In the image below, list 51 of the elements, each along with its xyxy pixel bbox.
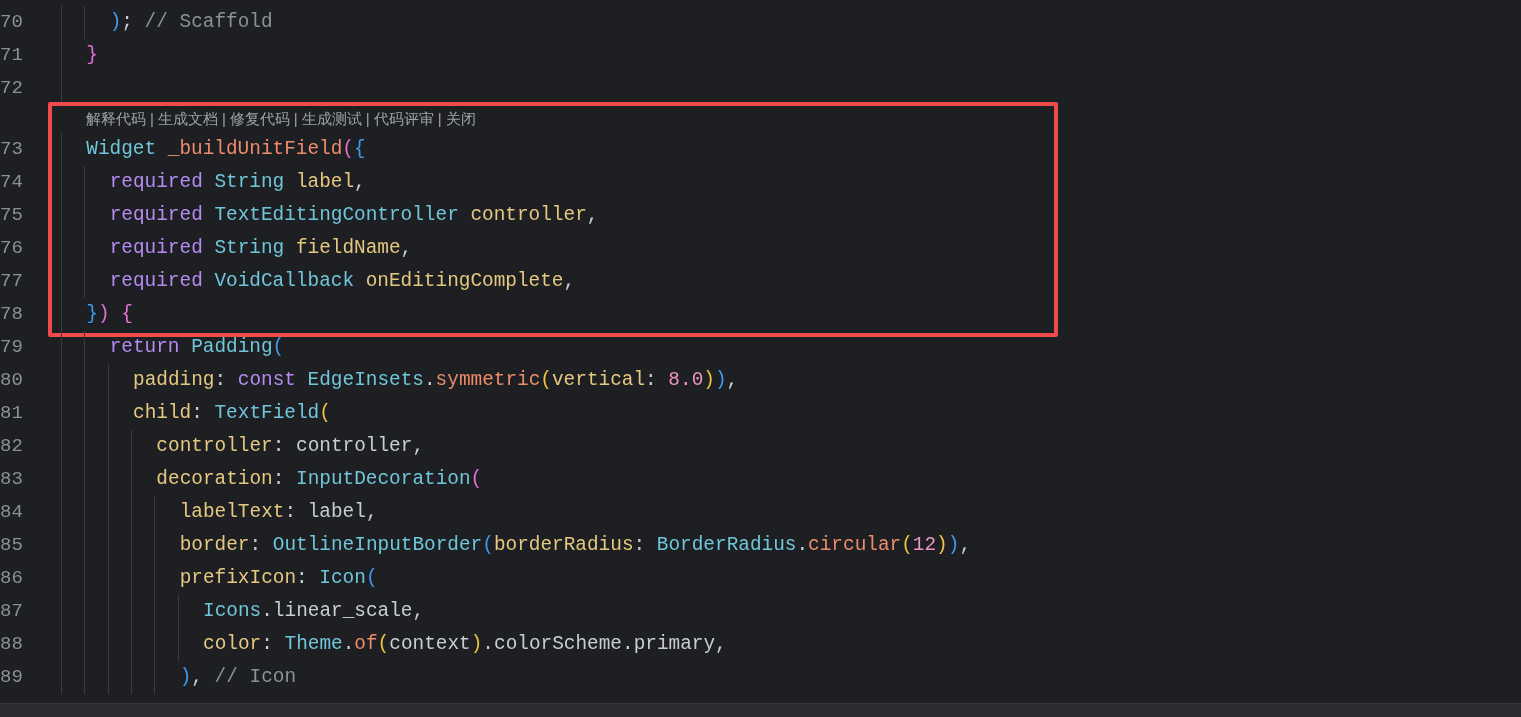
line-number: 81 — [0, 404, 22, 423]
code-line: Icons.linear_scale, — [203, 599, 425, 624]
line-number: 78 — [0, 305, 22, 324]
line-number: 79 — [0, 338, 22, 357]
code-line: } — [86, 43, 98, 68]
code-lens-link[interactable]: 生成测试 — [301, 107, 362, 131]
code-line: required String label, — [109, 170, 366, 195]
code-line: required String fieldName, — [109, 236, 413, 261]
line-number: 71 — [0, 46, 22, 65]
code-line: required VoidCallback onEditingComplete, — [109, 269, 576, 294]
line-number: 80 — [0, 371, 22, 390]
code-line: prefixIcon: Icon( — [179, 566, 378, 591]
code-lens-link[interactable]: 生成文档 — [157, 107, 218, 131]
code-line: return Padding( — [109, 335, 285, 360]
code-lens-link[interactable]: 代码评审 — [373, 107, 434, 131]
horizontal-scrollbar[interactable] — [0, 703, 1521, 717]
line-number: 88 — [0, 635, 22, 654]
lens-separator: | — [150, 108, 154, 129]
code-line: padding: const EdgeInsets.symmetric(vertical: 8.0)), — [133, 368, 739, 393]
lens-separator: | — [437, 108, 442, 129]
line-number: 74 — [0, 173, 22, 192]
line-number: 87 — [0, 602, 22, 621]
line-number: 84 — [0, 503, 22, 522]
code-line: required TextEditingController controller, — [109, 203, 599, 228]
line-number: 85 — [0, 536, 22, 555]
code-lens-link[interactable]: 修复代码 — [229, 107, 290, 131]
line-number: 77 — [0, 272, 22, 291]
code-line: ); // Scaffold — [109, 10, 273, 35]
line-number: 89 — [0, 668, 22, 687]
code-line: Widget _buildUnitField({ — [86, 137, 366, 162]
code-line: border: OutlineInputBorder(borderRadius: BorderRadius.circular(12)), — [179, 533, 972, 558]
line-number: 82 — [0, 437, 22, 456]
code-line: decoration: InputDecoration( — [156, 467, 483, 492]
line-number: 72 — [0, 79, 22, 98]
code-line: labelText: label, — [179, 500, 378, 525]
line-number: 75 — [0, 206, 22, 225]
lens-separator: | — [365, 108, 370, 129]
line-number: 70 — [0, 13, 22, 32]
code-line: }) { — [86, 302, 133, 327]
code-lens-link[interactable]: 解释代码 — [86, 107, 146, 131]
line-number: 86 — [0, 569, 22, 588]
line-number: 83 — [0, 470, 22, 489]
lens-separator: | — [293, 108, 298, 129]
code-line: controller: controller, — [156, 434, 425, 459]
lens-separator: | — [221, 108, 226, 129]
code-lens-link[interactable]: 关闭 — [445, 107, 476, 131]
line-number: 76 — [0, 239, 22, 258]
code-line: ), // Icon — [179, 665, 297, 690]
line-number: 73 — [0, 140, 22, 159]
code-line: color: Theme.of(context).colorScheme.primary, — [203, 632, 727, 657]
code-line: child: TextField( — [133, 401, 331, 426]
